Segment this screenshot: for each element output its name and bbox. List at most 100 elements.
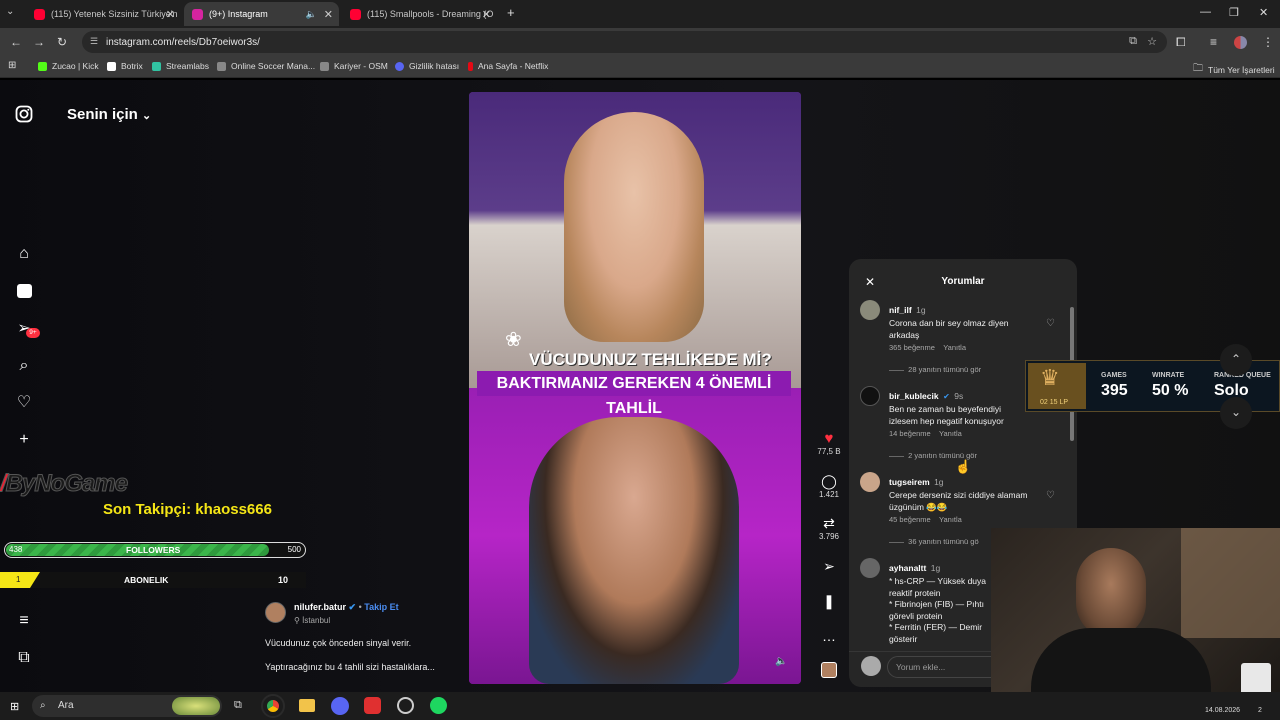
caption-line-2[interactable]: Yaptıracağınız bu 4 tahlil sizi hastalık… (265, 662, 435, 672)
location-line[interactable]: ⚲ İstanbul (294, 616, 330, 625)
close-window-button[interactable]: ✕ (1259, 6, 1268, 19)
close-tab-icon[interactable]: ✕ (166, 8, 175, 21)
apps-grid-icon[interactable]: ⊞ (8, 60, 16, 71)
minimize-button[interactable]: — (1200, 6, 1211, 18)
bookmark-zucao[interactable]: Zucao | Kick (38, 61, 99, 71)
restore-button[interactable]: ❐ (1229, 6, 1239, 19)
cast-icon[interactable]: ⧉ (1129, 35, 1137, 48)
tab-yetenek[interactable]: (115) Yetenek Sizsiniz Türkiye'n ✕ (26, 2, 181, 26)
search-icon[interactable]: ⌕ (14, 356, 34, 376)
site-info-icon[interactable]: ☰ (90, 36, 98, 47)
comment-avatar[interactable] (860, 300, 880, 320)
bookmarks-bar: ⊞ Zucao | Kick Botrix Streamlabs Online … (0, 56, 1280, 78)
comment-text: izlesem hep negatif konuşuyor (889, 415, 1004, 426)
volume-icon[interactable]: 🔈 (775, 656, 787, 667)
reply-button[interactable]: Yanıtla (939, 515, 962, 524)
extensions-icon[interactable]: ⧠ (1176, 35, 1186, 50)
comment-like-icon[interactable]: ♡ (1046, 490, 1055, 501)
comment-avatar[interactable] (860, 472, 880, 492)
reply-button[interactable]: Yanıtla (943, 343, 966, 352)
spotify-icon[interactable] (430, 697, 447, 714)
tab-search-icon[interactable]: ⌄ (6, 6, 14, 17)
view-replies[interactable]: —— 28 yanıtın tümünü gör (889, 365, 981, 374)
address-bar[interactable]: ☰ instagram.com/reels/Db7oeiwor3s/ ⧉ ☆ (82, 31, 1167, 53)
feed-title[interactable]: Senin için ⌄ (67, 106, 151, 123)
menu-icon[interactable]: ⋮ (1262, 35, 1274, 49)
comment-avatar[interactable] (860, 386, 880, 406)
close-tab-icon[interactable]: ✕ (482, 8, 491, 21)
reading-list-icon[interactable]: ≡ (1210, 35, 1217, 49)
comment-user[interactable]: ayhanaltt (889, 563, 926, 573)
comment-user[interactable]: nif_ilf (889, 305, 912, 315)
discord-icon[interactable] (331, 697, 349, 715)
all-bookmarks-folder[interactable]: 🗀 Tüm Yer İşaretleri (1193, 61, 1275, 78)
youtube-icon (34, 8, 45, 20)
bookmark-star-icon[interactable]: ☆ (1147, 35, 1157, 48)
bookmark-botrix[interactable]: Botrix (107, 61, 143, 71)
create-plus-icon[interactable]: + (14, 430, 34, 450)
reload-button[interactable]: ↻ (57, 35, 67, 49)
repost-action[interactable]: ⇄ 3.796 (814, 515, 844, 541)
view-replies[interactable]: —— 36 yanıtın tümünü gö (889, 537, 979, 546)
share-icon[interactable]: ➢ (814, 558, 844, 575)
app-red-icon[interactable] (364, 697, 381, 714)
comments-title: Yorumlar (941, 276, 985, 287)
audio-icon[interactable]: 🔈 (306, 9, 317, 20)
new-tab-button[interactable]: + (507, 5, 515, 20)
threads-apps-icon[interactable]: ⧉ (14, 648, 34, 668)
heart-icon[interactable]: ♡ (14, 393, 34, 413)
bookmark-gizlilik[interactable]: Gizlilik hatası (395, 61, 459, 71)
games-label: GAMES (1101, 372, 1127, 379)
more-options-icon[interactable]: … (814, 628, 844, 644)
obs-icon[interactable] (397, 697, 414, 714)
more-menu-icon[interactable]: ≡ (14, 611, 34, 631)
comment-action[interactable]: ◯ 1.421 (814, 473, 844, 499)
save-icon[interactable]: ❚ (814, 593, 844, 610)
windows-start-icon[interactable]: ⊞ (10, 700, 19, 713)
prev-reel-button[interactable]: ⌃ (1220, 344, 1252, 376)
comment-user[interactable]: bir_kublecik (889, 391, 939, 401)
comment-likes[interactable]: 365 beğenme (889, 343, 935, 352)
windows-taskbar: ⊞ ⌕ Ara ⧉ 14.08.2026 2 (0, 692, 1280, 720)
follow-button[interactable]: Takip Et (364, 602, 398, 612)
chrome-icon[interactable] (261, 694, 285, 718)
profile-avatar[interactable] (1234, 36, 1247, 49)
file-explorer-icon[interactable] (299, 699, 315, 712)
task-view-icon[interactable]: ⧉ (234, 699, 242, 712)
subs-goal-bar: 1 ABONELIK 10 (0, 572, 306, 588)
bookmark-osm[interactable]: Online Soccer Mana... (217, 61, 315, 71)
back-button[interactable]: ← (10, 35, 22, 49)
search-icon: ⌕ (40, 700, 46, 711)
forward-button[interactable]: → (33, 35, 45, 49)
bookmark-label: Online Soccer Mana... (231, 61, 316, 71)
bookmark-netflix[interactable]: Ana Sayfa - Netflix (468, 61, 548, 71)
notification-count[interactable]: 2 (1258, 707, 1262, 714)
comment-user[interactable]: tugseirem (889, 477, 930, 487)
comment-likes[interactable]: 45 beğenme (889, 515, 931, 524)
bookmark-kariyer[interactable]: Kariyer - OSM (320, 61, 388, 71)
taskbar-search[interactable]: ⌕ Ara (32, 695, 222, 717)
instagram-logo-icon[interactable] (14, 105, 34, 125)
comment-text: Corona dan bir sey olmaz diyen (889, 318, 1009, 328)
followers-current: 438 (9, 545, 23, 554)
reels-icon[interactable] (14, 281, 34, 301)
comment-item: nif_ilf 1g Corona dan bir sey olmaz diye… (889, 300, 1049, 341)
comment-like-icon[interactable]: ♡ (1046, 318, 1055, 329)
bookmark-label: Gizlilik hatası (409, 61, 460, 71)
author-name[interactable]: nilufer.batur (294, 602, 346, 612)
bookmark-label: Ana Sayfa - Netflix (478, 61, 549, 71)
comment-avatar[interactable] (860, 558, 880, 578)
close-tab-icon[interactable]: ✕ (324, 8, 333, 21)
bookmark-streamlabs[interactable]: Streamlabs (152, 61, 209, 71)
heart-filled-icon: ♥ (824, 430, 834, 447)
tab-instagram[interactable]: (9+) Instagram 🔈 ✕ (184, 2, 339, 26)
comment-likes[interactable]: 14 beğenme (889, 429, 931, 438)
home-icon[interactable]: ⌂ (14, 244, 34, 264)
like-action[interactable]: ♥ 77,5 B (814, 430, 844, 456)
audio-thumbnail[interactable] (821, 662, 837, 678)
tab-smallpools[interactable]: (115) Smallpools - Dreaming (O ✕ (342, 2, 497, 26)
reply-button[interactable]: Yanıtla (939, 429, 962, 438)
author-avatar[interactable] (265, 602, 286, 623)
reel-video[interactable]: ❀ VÜCUDUNUZ TEHLİKEDE Mİ? BAKTIRMANIZ GE… (469, 92, 801, 684)
next-reel-button[interactable]: ⌄ (1220, 397, 1252, 429)
